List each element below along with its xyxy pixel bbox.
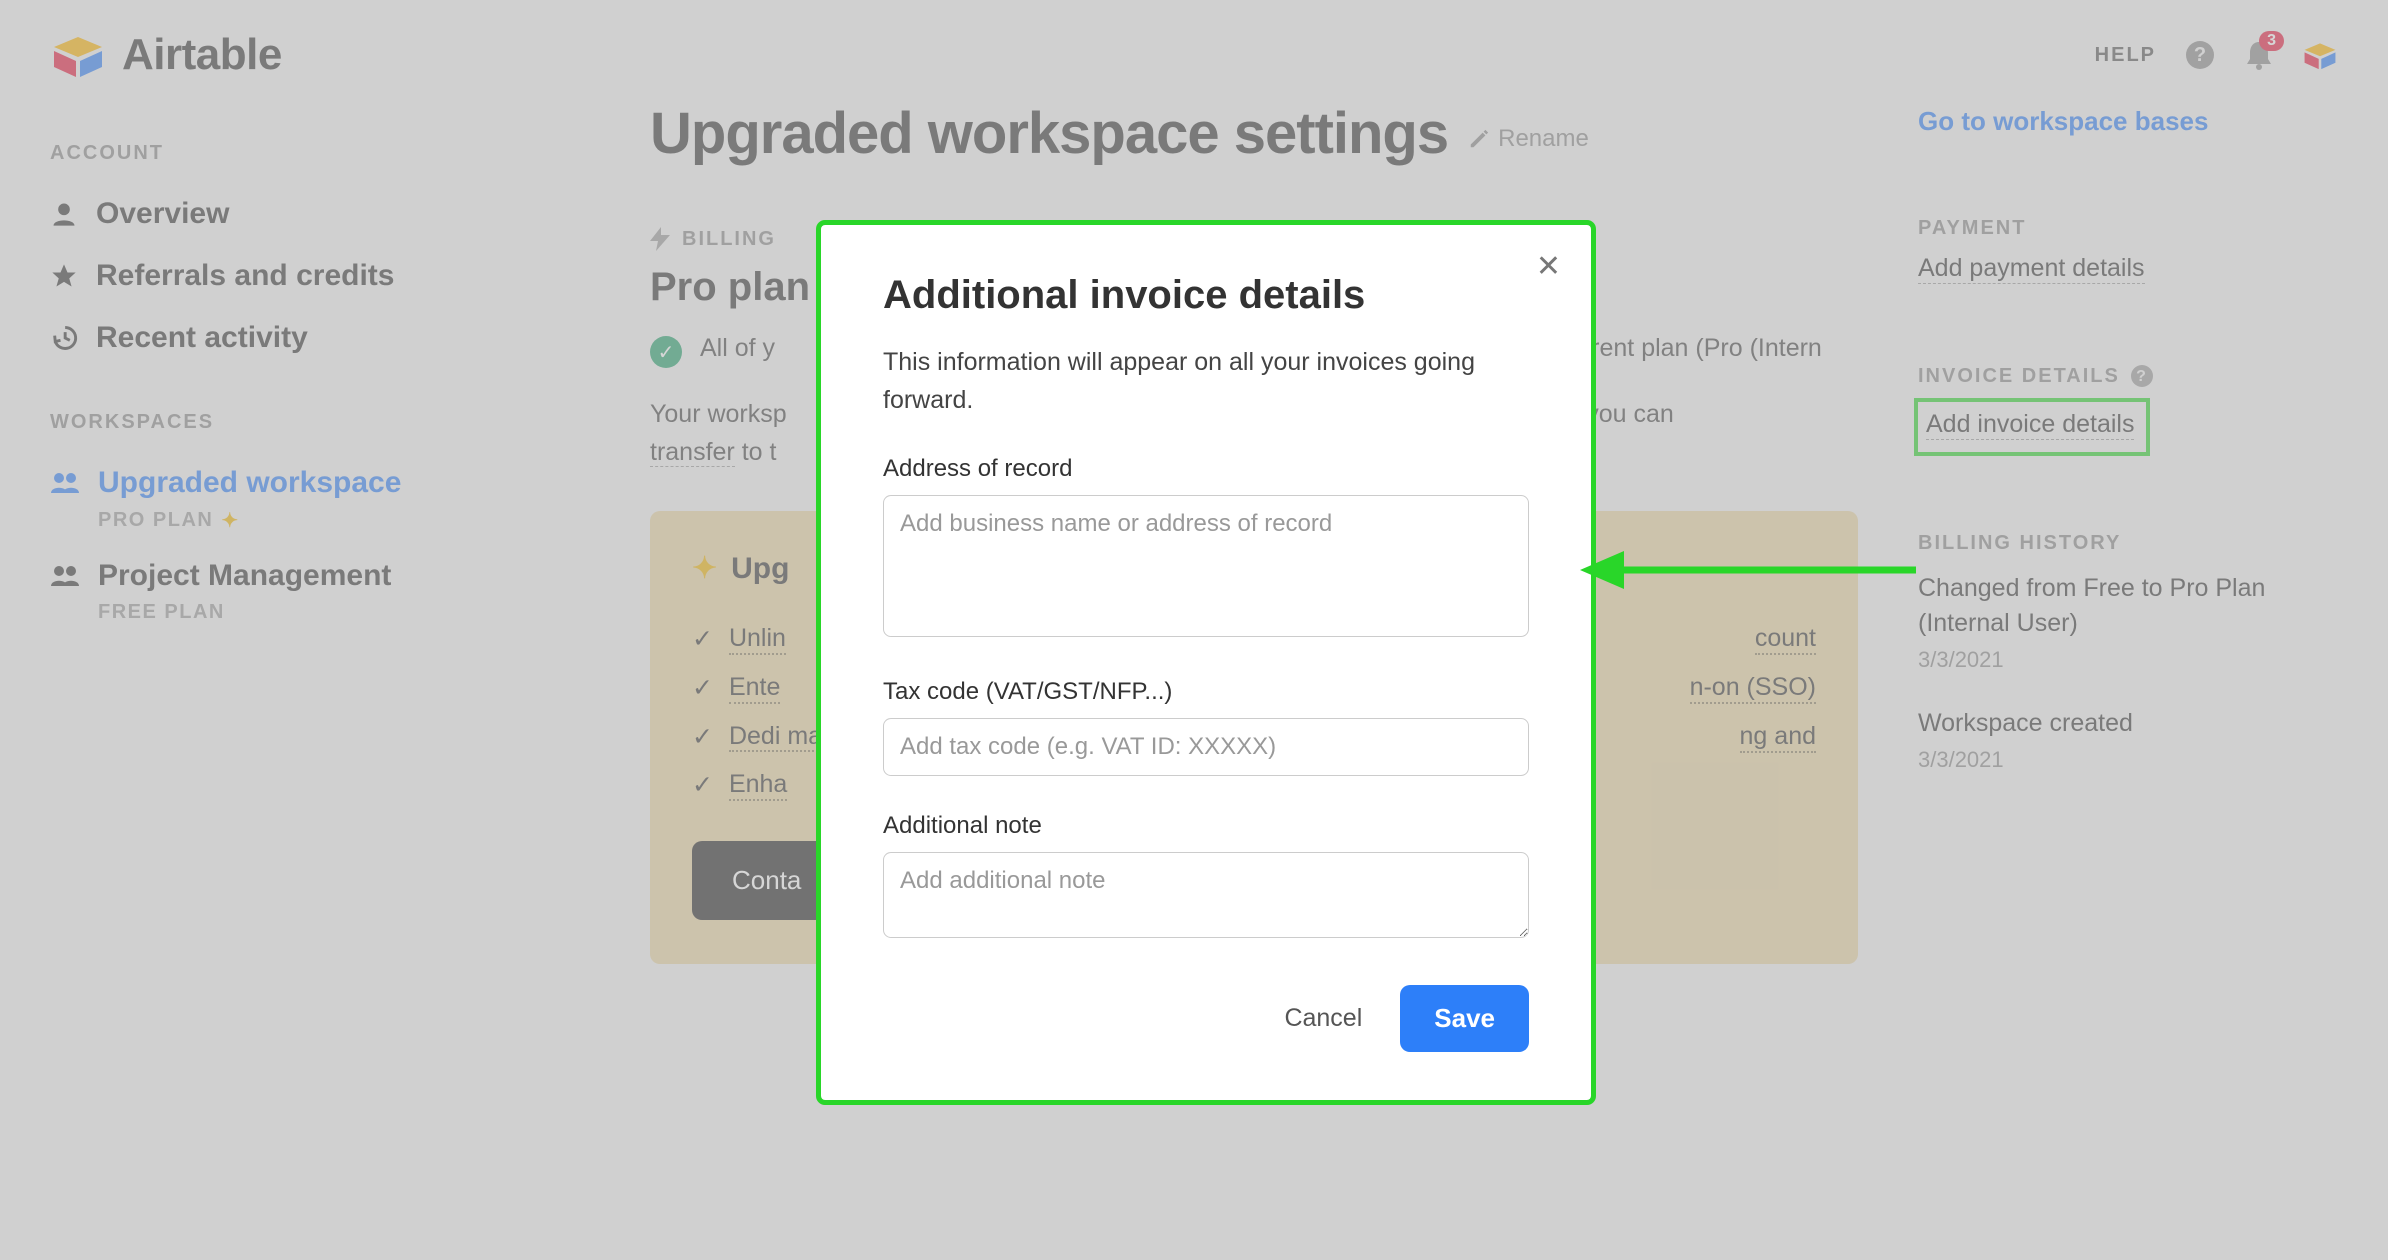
tax-input[interactable] [883, 718, 1529, 776]
save-button[interactable]: Save [1400, 985, 1529, 1052]
invoice-details-modal: ✕ Additional invoice details This inform… [821, 225, 1591, 1100]
address-input[interactable] [883, 495, 1529, 637]
modal-actions: Cancel Save [883, 985, 1529, 1052]
modal-title: Additional invoice details [883, 273, 1529, 318]
close-icon[interactable]: ✕ [1536, 249, 1561, 284]
modal-desc: This information will appear on all your… [883, 344, 1529, 419]
tax-label: Tax code (VAT/GST/NFP...) [883, 678, 1529, 706]
cancel-button[interactable]: Cancel [1284, 1004, 1362, 1033]
app-root: Airtable HELP ? 3 ACCOUNT [0, 0, 2388, 1260]
note-label: Additional note [883, 812, 1529, 840]
address-label: Address of record [883, 455, 1529, 483]
note-input[interactable] [883, 852, 1529, 938]
